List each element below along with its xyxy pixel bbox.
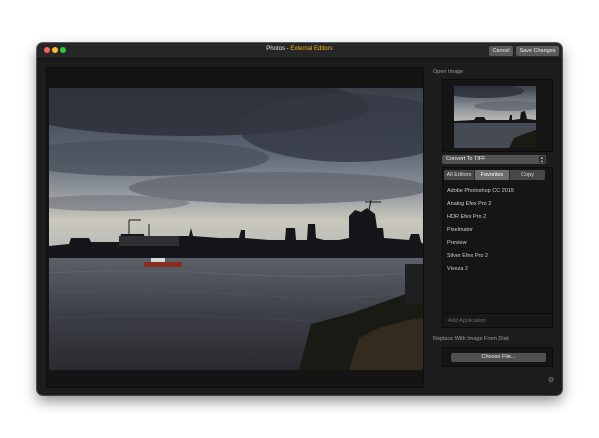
title-bar: Photos - External Editors Cancel Save Ch… (37, 43, 562, 59)
list-item[interactable]: Adobe Photoshop CC 2015 (447, 187, 551, 200)
external-editors-window: Photos - External Editors Cancel Save Ch… (37, 43, 562, 395)
tab-all-editors[interactable]: All Editors (444, 170, 475, 180)
list-item[interactable]: Silver Efex Pro 2 (447, 252, 551, 265)
window-title-panel: External Editors (290, 46, 333, 52)
list-item[interactable]: Preview (447, 239, 551, 252)
choose-file-panel: Choose File... (442, 347, 553, 367)
list-item[interactable]: Viveza 2 (447, 265, 551, 278)
open-image-label: Open Image (433, 69, 464, 75)
save-changes-button[interactable]: Save Changes (516, 46, 559, 56)
window-title: Photos - External Editors (37, 46, 562, 52)
image-thumbnail (454, 86, 536, 148)
editor-tabs: All Editors Favorites Copy (444, 170, 545, 180)
thumbnail-panel (442, 79, 553, 152)
format-select[interactable]: Convert To TIFF ▲ ▼ (442, 155, 546, 164)
harbor-photo (49, 88, 423, 370)
format-select-value: Convert To TIFF (446, 156, 486, 162)
up-down-chevron-icon: ▲ ▼ (539, 155, 545, 164)
cancel-button[interactable]: Cancel (489, 46, 513, 56)
gear-icon[interactable]: ⚙ (547, 377, 555, 385)
add-application-label: Add Application (448, 318, 486, 324)
list-item[interactable]: Pixelmator (447, 226, 551, 239)
replace-image-label: Replace With Image From Disk (433, 336, 510, 342)
image-canvas (46, 67, 424, 388)
choose-file-button[interactable]: Choose File... (451, 353, 546, 362)
window-title-app: Photos (266, 46, 285, 52)
add-application-button[interactable]: Add Application (443, 313, 552, 327)
tab-favorites[interactable]: Favorites (475, 170, 510, 180)
tab-copy[interactable]: Copy (510, 170, 545, 180)
editor-list: Adobe Photoshop CC 2015 Analog Efex Pro … (447, 187, 551, 278)
list-item[interactable]: HDR Efex Pro 2 (447, 213, 551, 226)
list-item[interactable]: Analog Efex Pro 2 (447, 200, 551, 213)
editors-panel: All Editors Favorites Copy Adobe Photosh… (442, 167, 553, 328)
